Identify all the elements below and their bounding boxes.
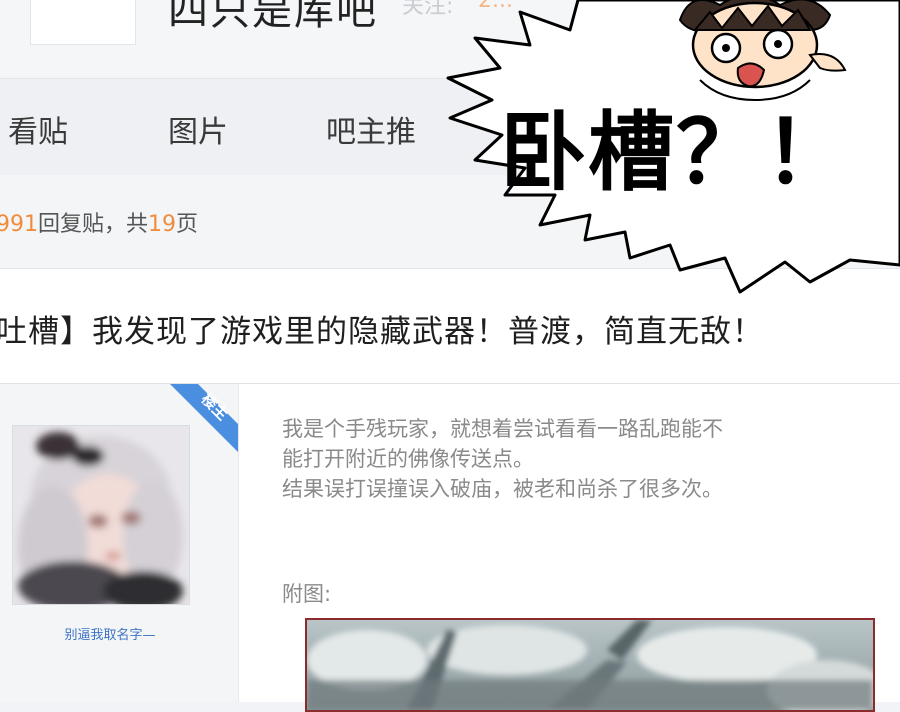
shocked-character-icon xyxy=(678,0,847,102)
page-label: 页 xyxy=(176,212,199,237)
post-body-line: 能打开附近的佛像传送点。 xyxy=(282,447,534,471)
avatar-image xyxy=(13,426,189,611)
attachment-image[interactable] xyxy=(305,618,875,712)
thread-title: 吐槽】我发现了游戏里的隐藏武器！普渡，简直无敌！ xyxy=(0,314,764,350)
page-count[interactable]: 19 xyxy=(148,212,176,237)
attachment-scene xyxy=(307,620,873,710)
tab-view-posts[interactable]: 看贴 xyxy=(8,107,68,151)
post-body-line: 结果误打误撞误入破庙，被老和尚杀了很多次。 xyxy=(282,477,723,501)
attachment-label: 附图: xyxy=(282,582,332,606)
thread-meta: 991回复贴，共19页 xyxy=(0,206,198,238)
post-body-line: 我是个手残玩家，就想着尝试看看一路乱跑能不 xyxy=(282,417,723,441)
post-body: 我是个手残玩家，就想着尝试看看一路乱跑能不 能打开附近的佛像传送点。 结果误打误… xyxy=(282,414,882,504)
forum-avatar[interactable] xyxy=(30,0,136,45)
user-avatar[interactable] xyxy=(12,425,190,611)
reply-label: 回复贴，共 xyxy=(38,212,149,237)
forum-title[interactable]: 四只是库吧 xyxy=(168,0,378,36)
username-link[interactable]: 别逼我取名字— xyxy=(20,624,200,643)
reply-count: 991 xyxy=(0,212,38,237)
op-badge-ribbon xyxy=(170,384,238,452)
tab-images[interactable]: 图片 xyxy=(168,107,228,151)
op-badge: 楼主 xyxy=(170,384,238,452)
